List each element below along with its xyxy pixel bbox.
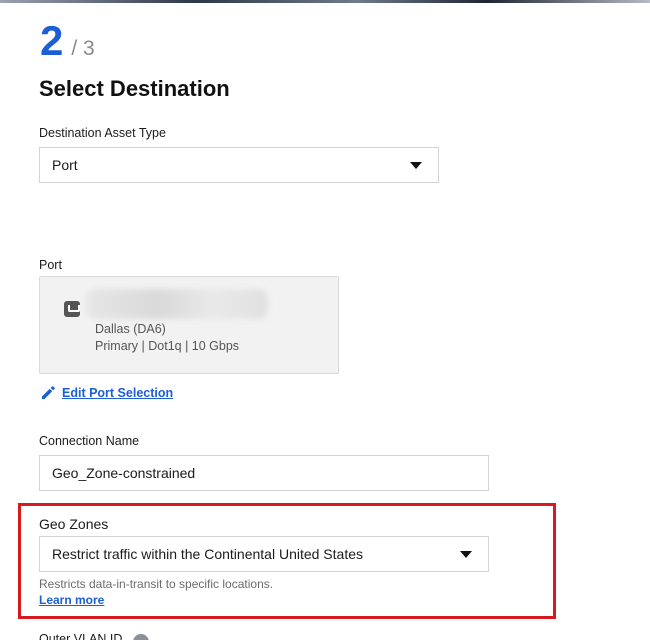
- edit-port-selection-label: Edit Port Selection: [62, 386, 174, 400]
- port-location: Dallas (DA6): [95, 322, 166, 336]
- edit-port-selection-link[interactable]: Edit Port Selection: [40, 385, 173, 401]
- info-icon[interactable]: [133, 634, 149, 640]
- destination-asset-type-label: Destination Asset Type: [39, 126, 166, 140]
- step-indicator: 2 / 3: [40, 18, 95, 64]
- port-icon: [64, 301, 80, 317]
- step-current-number: 2: [40, 17, 64, 64]
- destination-asset-type-value: Port: [52, 157, 78, 173]
- connection-name-input[interactable]: [39, 455, 489, 491]
- caret-down-icon: [410, 161, 422, 169]
- geo-zones-helper-text: Restricts data-in-transit to specific lo…: [39, 577, 274, 591]
- selected-port-card: Dallas (DA6) Primary | Dot1q | 10 Gbps: [39, 276, 339, 374]
- connection-name-label: Connection Name: [39, 434, 140, 448]
- geo-zones-value: Restrict traffic within the Continental …: [52, 546, 364, 562]
- step-total: / 3: [71, 37, 95, 60]
- top-banner-strip: [0, 0, 650, 3]
- geo-zones-label: Geo Zones: [39, 516, 109, 532]
- redacted-port-name: [86, 289, 268, 319]
- pencil-icon: [42, 386, 55, 399]
- page-title: Select Destination: [39, 76, 230, 101]
- outer-vlan-id-label: Outer VLAN ID: [39, 632, 123, 640]
- destination-asset-type-select[interactable]: Port: [39, 147, 439, 183]
- learn-more-link[interactable]: Learn more: [39, 593, 104, 607]
- port-details: Primary | Dot1q | 10 Gbps: [95, 339, 240, 353]
- port-label: Port: [39, 258, 62, 272]
- caret-down-icon: [460, 550, 472, 558]
- geo-zones-select[interactable]: Restrict traffic within the Continental …: [39, 536, 489, 572]
